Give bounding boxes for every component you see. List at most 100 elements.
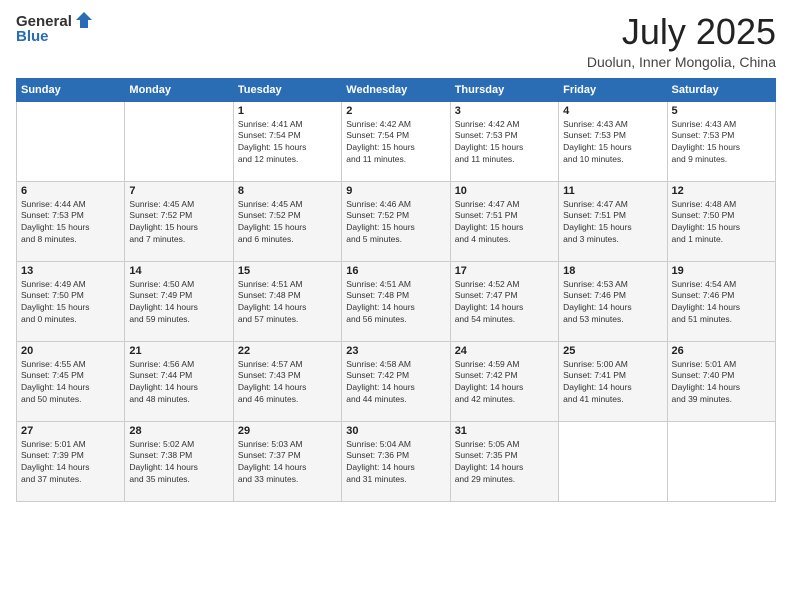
logo-icon [74, 10, 94, 30]
calendar-cell: 18Sunrise: 4:53 AM Sunset: 7:46 PM Dayli… [559, 261, 667, 341]
calendar-cell: 5 Sunrise: 4:43 AM Sunset: 7:53 PM Daylig… [667, 101, 775, 181]
calendar-cell: 8 Sunrise: 4:45 AM Sunset: 7:52 PM Daylig… [233, 181, 341, 261]
day-info: Sunrise: 4:49 AM Sunset: 7:50 PM Dayligh… [21, 279, 120, 327]
calendar-cell [125, 101, 233, 181]
calendar-cell [667, 421, 775, 501]
location: Duolun, Inner Mongolia, China [587, 54, 776, 70]
calendar-page: General Blue July 2025 Duolun, Inner Mon… [0, 0, 792, 612]
day-info: Sunrise: 4:51 AM Sunset: 7:48 PM Dayligh… [238, 279, 337, 327]
calendar-header-row: Sunday Monday Tuesday Wednesday Thursday… [17, 78, 776, 101]
day-info: Sunrise: 4:42 AM Sunset: 7:54 PM Dayligh… [346, 119, 445, 167]
calendar-cell [17, 101, 125, 181]
day-number: 29 [238, 425, 337, 437]
calendar-cell: 15 Sunrise: 4:51 AM Sunset: 7:48 PM Dayli… [233, 261, 341, 341]
day-info: Sunrise: 5:01 AM Sunset: 7:39 PM Dayligh… [21, 439, 120, 487]
col-wednesday: Wednesday [342, 78, 450, 101]
day-info: Sunrise: 4:46 AM Sunset: 7:52 PM Dayligh… [346, 199, 445, 247]
col-friday: Friday [559, 78, 667, 101]
day-number: 26 [672, 345, 771, 357]
day-number: 1 [238, 105, 337, 117]
day-number: 8 [238, 185, 337, 197]
calendar-cell: 14 Sunrise: 4:50 AM Sunset: 7:49 PM Dayli… [125, 261, 233, 341]
day-number: 13 [21, 265, 120, 277]
calendar-cell: 17Sunrise: 4:52 AM Sunset: 7:47 PM Dayli… [450, 261, 558, 341]
day-info: Sunrise: 4:54 AM Sunset: 7:46 PM Dayligh… [672, 279, 771, 327]
day-number: 22 [238, 345, 337, 357]
logo: General Blue [16, 12, 94, 45]
day-info: Sunrise: 4:44 AM Sunset: 7:53 PM Dayligh… [21, 199, 120, 247]
day-number: 10 [455, 185, 554, 197]
day-info: Sunrise: 4:43 AM Sunset: 7:53 PM Dayligh… [672, 119, 771, 167]
calendar-cell: 25Sunrise: 5:00 AM Sunset: 7:41 PM Dayli… [559, 341, 667, 421]
calendar-cell: 30 Sunrise: 5:04 AM Sunset: 7:36 PM Dayli… [342, 421, 450, 501]
title-section: July 2025 Duolun, Inner Mongolia, China [587, 12, 776, 70]
day-number: 5 [672, 105, 771, 117]
day-number: 15 [238, 265, 337, 277]
day-info: Sunrise: 5:01 AM Sunset: 7:40 PM Dayligh… [672, 359, 771, 407]
day-info: Sunrise: 4:55 AM Sunset: 7:45 PM Dayligh… [21, 359, 120, 407]
day-info: Sunrise: 5:03 AM Sunset: 7:37 PM Dayligh… [238, 439, 337, 487]
week-row-2: 6Sunrise: 4:44 AM Sunset: 7:53 PM Daylig… [17, 181, 776, 261]
day-info: Sunrise: 5:04 AM Sunset: 7:36 PM Dayligh… [346, 439, 445, 487]
week-row-1: 1 Sunrise: 4:41 AM Sunset: 7:54 PM Daylig… [17, 101, 776, 181]
week-row-5: 27 Sunrise: 5:01 AM Sunset: 7:39 PM Dayli… [17, 421, 776, 501]
col-sunday: Sunday [17, 78, 125, 101]
day-number: 9 [346, 185, 445, 197]
calendar-cell: 4 Sunrise: 4:43 AM Sunset: 7:53 PM Daylig… [559, 101, 667, 181]
day-number: 16 [346, 265, 445, 277]
day-info: Sunrise: 4:43 AM Sunset: 7:53 PM Dayligh… [563, 119, 662, 167]
calendar-cell: 31Sunrise: 5:05 AM Sunset: 7:35 PM Dayli… [450, 421, 558, 501]
day-number: 30 [346, 425, 445, 437]
col-tuesday: Tuesday [233, 78, 341, 101]
day-number: 24 [455, 345, 554, 357]
day-number: 20 [21, 345, 120, 357]
logo-blue: Blue [16, 28, 49, 45]
calendar-cell: 22 Sunrise: 4:57 AM Sunset: 7:43 PM Dayli… [233, 341, 341, 421]
day-number: 3 [455, 105, 554, 117]
calendar-cell: 28 Sunrise: 5:02 AM Sunset: 7:38 PM Dayli… [125, 421, 233, 501]
month-title: July 2025 [587, 12, 776, 52]
day-number: 25 [563, 345, 662, 357]
day-info: Sunrise: 4:58 AM Sunset: 7:42 PM Dayligh… [346, 359, 445, 407]
day-number: 7 [129, 185, 228, 197]
calendar-cell: 9 Sunrise: 4:46 AM Sunset: 7:52 PM Daylig… [342, 181, 450, 261]
calendar-cell: 6Sunrise: 4:44 AM Sunset: 7:53 PM Daylig… [17, 181, 125, 261]
calendar-cell: 27 Sunrise: 5:01 AM Sunset: 7:39 PM Dayli… [17, 421, 125, 501]
day-info: Sunrise: 4:51 AM Sunset: 7:48 PM Dayligh… [346, 279, 445, 327]
col-thursday: Thursday [450, 78, 558, 101]
day-number: 11 [563, 185, 662, 197]
calendar-cell [559, 421, 667, 501]
calendar-cell: 29 Sunrise: 5:03 AM Sunset: 7:37 PM Dayli… [233, 421, 341, 501]
calendar-cell: 10Sunrise: 4:47 AM Sunset: 7:51 PM Dayli… [450, 181, 558, 261]
day-info: Sunrise: 4:53 AM Sunset: 7:46 PM Dayligh… [563, 279, 662, 327]
day-number: 4 [563, 105, 662, 117]
day-number: 27 [21, 425, 120, 437]
calendar-cell: 11 Sunrise: 4:47 AM Sunset: 7:51 PM Dayli… [559, 181, 667, 261]
day-number: 12 [672, 185, 771, 197]
calendar-cell: 19Sunrise: 4:54 AM Sunset: 7:46 PM Dayli… [667, 261, 775, 341]
day-info: Sunrise: 4:48 AM Sunset: 7:50 PM Dayligh… [672, 199, 771, 247]
day-info: Sunrise: 4:45 AM Sunset: 7:52 PM Dayligh… [238, 199, 337, 247]
day-number: 28 [129, 425, 228, 437]
col-saturday: Saturday [667, 78, 775, 101]
day-info: Sunrise: 4:47 AM Sunset: 7:51 PM Dayligh… [563, 199, 662, 247]
calendar-cell: 20 Sunrise: 4:55 AM Sunset: 7:45 PM Dayli… [17, 341, 125, 421]
calendar-cell: 3Sunrise: 4:42 AM Sunset: 7:53 PM Daylig… [450, 101, 558, 181]
calendar-cell: 2 Sunrise: 4:42 AM Sunset: 7:54 PM Daylig… [342, 101, 450, 181]
calendar-cell: 23Sunrise: 4:58 AM Sunset: 7:42 PM Dayli… [342, 341, 450, 421]
week-row-3: 13 Sunrise: 4:49 AM Sunset: 7:50 PM Dayli… [17, 261, 776, 341]
day-info: Sunrise: 4:50 AM Sunset: 7:49 PM Dayligh… [129, 279, 228, 327]
day-info: Sunrise: 4:41 AM Sunset: 7:54 PM Dayligh… [238, 119, 337, 167]
calendar-cell: 12 Sunrise: 4:48 AM Sunset: 7:50 PM Dayli… [667, 181, 775, 261]
col-monday: Monday [125, 78, 233, 101]
calendar-cell: 26 Sunrise: 5:01 AM Sunset: 7:40 PM Dayli… [667, 341, 775, 421]
day-info: Sunrise: 4:57 AM Sunset: 7:43 PM Dayligh… [238, 359, 337, 407]
day-number: 14 [129, 265, 228, 277]
calendar-cell: 24Sunrise: 4:59 AM Sunset: 7:42 PM Dayli… [450, 341, 558, 421]
day-number: 21 [129, 345, 228, 357]
day-number: 17 [455, 265, 554, 277]
day-info: Sunrise: 5:02 AM Sunset: 7:38 PM Dayligh… [129, 439, 228, 487]
logo-general: General [16, 13, 72, 30]
day-number: 2 [346, 105, 445, 117]
day-info: Sunrise: 4:45 AM Sunset: 7:52 PM Dayligh… [129, 199, 228, 247]
